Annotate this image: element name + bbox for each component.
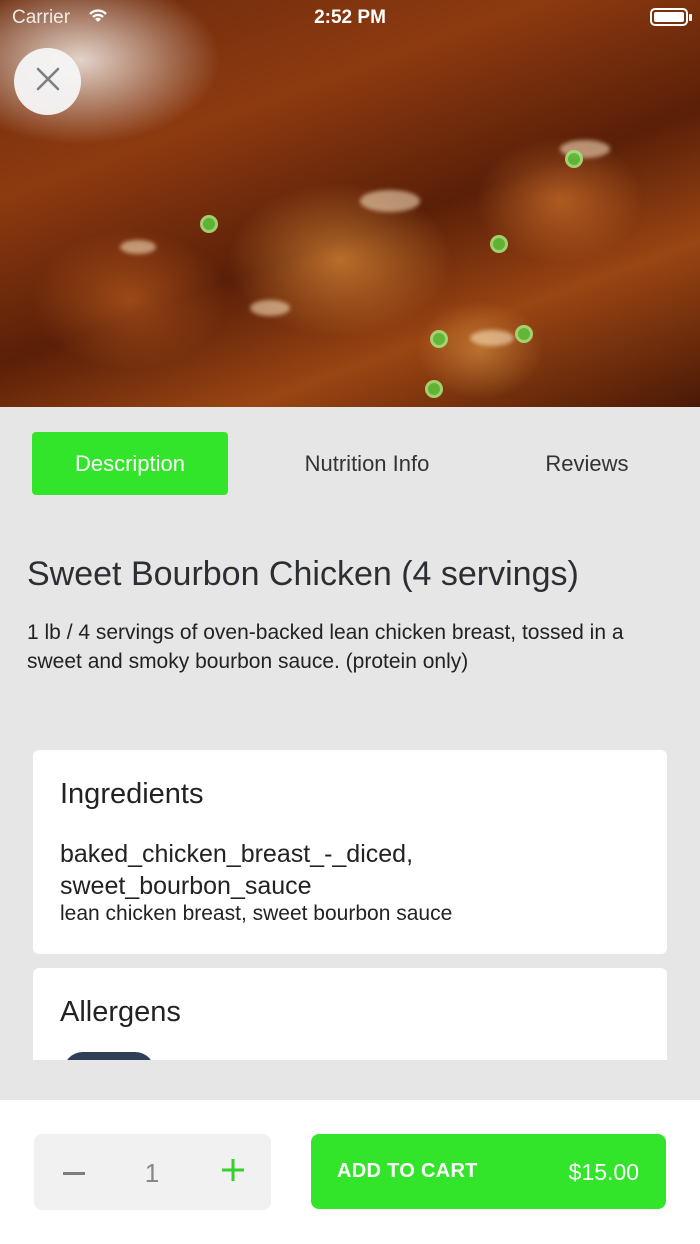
increment-button[interactable] [211,1148,255,1196]
cart-price: $15.00 [568,1159,639,1185]
status-bar: Carrier 2:52 PM [0,0,700,36]
add-to-cart-button[interactable]: ADD TO CART $15.00 [311,1134,666,1209]
add-to-cart-label: ADD TO CART [337,1160,478,1182]
ingredients-readable: lean chicken breast, sweet bourbon sauce [60,902,453,925]
quantity-stepper: 1 [34,1134,271,1210]
status-time: 2:52 PM [314,7,386,28]
tab-description[interactable]: Description [32,432,228,495]
plus-icon [222,1158,244,1186]
decrement-button[interactable] [52,1148,96,1196]
ingredients-heading: Ingredients [60,778,204,810]
product-description: 1 lb / 4 servings of oven-backed lean ch… [27,621,624,673]
tab-reviews[interactable]: Reviews [500,432,674,495]
tab-nutrition-info[interactable]: Nutrition Info [270,432,464,495]
close-icon [35,66,61,97]
ingredients-raw: baked_chicken_breast_-_diced, sweet_bour… [60,840,414,900]
scroll-clip [0,1060,700,1100]
food-photo [0,0,700,407]
close-button[interactable] [14,48,81,115]
tab-bar: Description Nutrition Info Reviews [0,432,700,495]
quantity-value: 1 [144,1158,160,1188]
product-title: Sweet Bourbon Chicken (4 servings) [27,555,579,593]
battery-icon [650,8,692,26]
bottom-bar: 1 ADD TO CART $15.00 [0,1100,700,1244]
ingredients-card: Ingredients baked_chicken_breast_-_diced… [33,750,667,954]
allergens-heading: Allergens [60,996,181,1028]
minus-icon [63,1163,85,1181]
